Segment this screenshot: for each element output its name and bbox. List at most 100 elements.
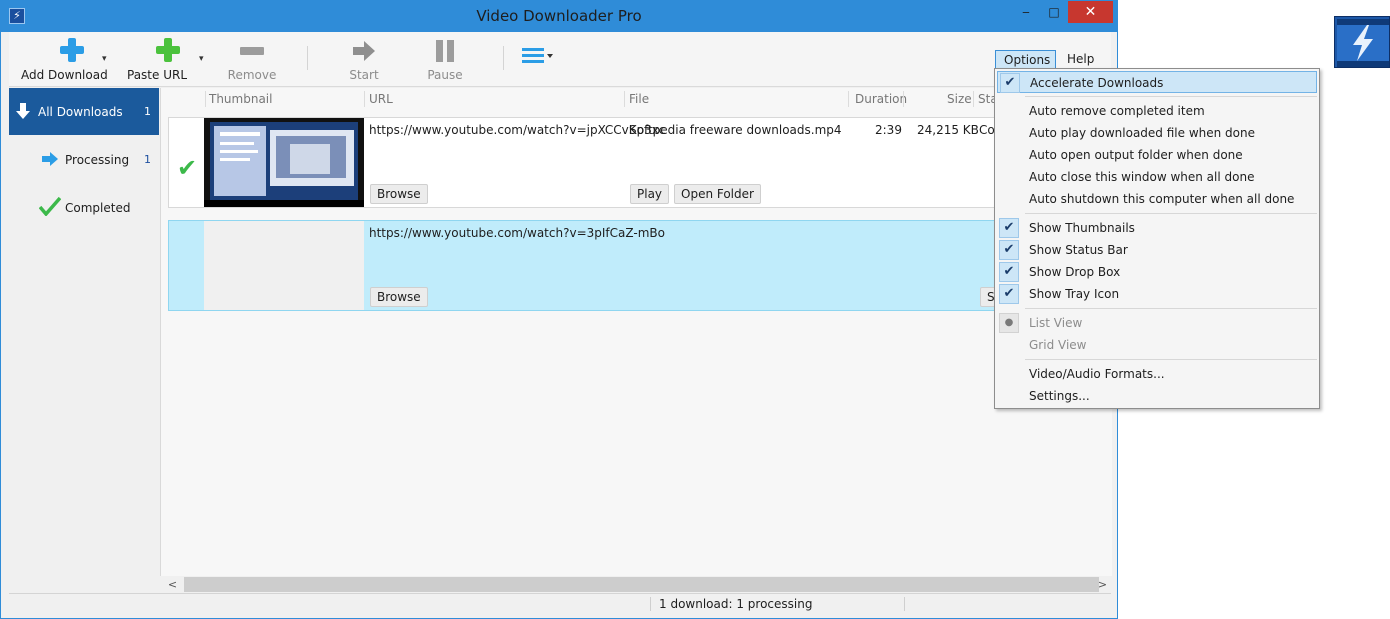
- menu-item-accelerate-downloads[interactable]: ✔ Accelerate Downloads: [997, 71, 1317, 93]
- menu-item-label: Settings...: [1029, 389, 1090, 403]
- menu-item-label: Show Drop Box: [1029, 265, 1121, 279]
- column-header-size[interactable]: Size: [947, 88, 972, 110]
- video-thumbnail[interactable]: [204, 118, 364, 207]
- remove-button[interactable]: Remove: [227, 38, 277, 82]
- add-download-dropdown-icon[interactable]: ▾: [102, 54, 107, 64]
- open-folder-button[interactable]: Open Folder: [674, 184, 761, 204]
- scroll-right-icon[interactable]: >: [1094, 576, 1111, 593]
- column-separator: [205, 91, 206, 107]
- check-icon: ✔: [999, 240, 1019, 260]
- toolbar-separator: [307, 46, 308, 70]
- scrollbar-thumb[interactable]: [184, 577, 1099, 592]
- menu-item-list-view[interactable]: ● List View: [997, 312, 1317, 334]
- menu-item-label: Video/Audio Formats...: [1029, 367, 1165, 381]
- download-file-name: Softpedia freeware downloads.mp4: [629, 123, 842, 137]
- column-header-url[interactable]: URL: [369, 88, 393, 110]
- column-header-file[interactable]: File: [629, 88, 649, 110]
- status-separator: [650, 597, 651, 611]
- sidebar: All Downloads 1 Processing 1 Completed: [9, 88, 159, 593]
- add-download-button[interactable]: Add Download: [21, 38, 108, 82]
- minimize-button[interactable]: ‒: [1013, 1, 1039, 23]
- menu-item-show-tray-icon[interactable]: ✔ Show Tray Icon: [997, 283, 1317, 305]
- menu-item-label: Show Thumbnails: [1029, 221, 1135, 235]
- horizontal-scrollbar[interactable]: < >: [160, 576, 1112, 593]
- pause-button[interactable]: Pause: [425, 38, 465, 82]
- start-button[interactable]: Start: [345, 38, 383, 82]
- menu-item-label: Auto open output folder when done: [1029, 148, 1243, 162]
- start-label: Start: [349, 68, 379, 82]
- menu-item-label: Auto play downloaded file when done: [1029, 126, 1255, 140]
- sidebar-item-completed[interactable]: Completed: [9, 184, 159, 231]
- menu-item-label: Auto remove completed item: [1029, 104, 1205, 118]
- menu-separator: [1025, 308, 1317, 309]
- pause-label: Pause: [427, 68, 463, 82]
- menu-separator: [1025, 359, 1317, 360]
- menu-item-auto-open-folder[interactable]: Auto open output folder when done: [997, 144, 1317, 166]
- view-menu-button[interactable]: [521, 46, 555, 69]
- sidebar-item-label: Processing: [65, 153, 130, 167]
- menu-item-settings[interactable]: Settings...: [997, 385, 1317, 407]
- menu-separator: [1025, 96, 1317, 97]
- help-menu-button[interactable]: Help ▾: [1059, 50, 1109, 84]
- play-button[interactable]: Play: [630, 184, 670, 204]
- app-logo-icon: [1334, 16, 1390, 68]
- menu-item-show-drop-box[interactable]: ✔ Show Drop Box: [997, 261, 1317, 283]
- download-url: https://www.youtube.com/watch?v=3pIfCaZ-…: [369, 226, 665, 240]
- sidebar-item-count: 1: [144, 105, 151, 118]
- menu-separator: [1025, 213, 1317, 214]
- check-icon: ✔: [999, 284, 1019, 304]
- menu-item-label: Auto close this window when all done: [1029, 170, 1255, 184]
- scroll-left-icon[interactable]: <: [164, 576, 181, 593]
- start-arrow-icon: [351, 38, 377, 64]
- menu-item-formats[interactable]: Video/Audio Formats...: [997, 363, 1317, 385]
- remove-label: Remove: [227, 68, 277, 82]
- options-menu-button[interactable]: Options ▾: [995, 50, 1056, 85]
- menu-item-label: Auto shutdown this computer when all don…: [1029, 192, 1295, 206]
- menu-item-auto-play[interactable]: Auto play downloaded file when done: [997, 122, 1317, 144]
- radio-bullet-icon: ●: [999, 313, 1019, 333]
- browse-button[interactable]: Browse: [370, 287, 428, 307]
- column-separator: [848, 91, 849, 107]
- column-header-thumbnail[interactable]: Thumbnail: [209, 88, 272, 110]
- check-icon: ✔: [999, 262, 1019, 282]
- download-row[interactable]: https://www.youtube.com/watch?v=3pIfCaZ-…: [168, 220, 1113, 311]
- column-separator: [364, 91, 365, 107]
- column-separator: [973, 91, 974, 107]
- menu-item-label: Grid View: [1029, 338, 1087, 352]
- browse-button[interactable]: Browse: [370, 184, 428, 204]
- remove-minus-icon: [239, 38, 265, 64]
- menu-item-auto-close[interactable]: Auto close this window when all done: [997, 166, 1317, 188]
- list-lines-icon: [521, 48, 555, 69]
- paste-url-label: Paste URL: [127, 68, 188, 82]
- sidebar-item-processing[interactable]: Processing 1: [9, 136, 159, 183]
- menu-item-auto-remove[interactable]: Auto remove completed item: [997, 100, 1317, 122]
- menu-item-show-status-bar[interactable]: ✔ Show Status Bar: [997, 239, 1317, 261]
- app-window: ⚡ Video Downloader Pro ‒ □ ✕ Add Downloa…: [0, 0, 1118, 619]
- status-text: 1 download: 1 processing: [659, 597, 813, 611]
- download-row[interactable]: ✔ https://www.youtube.com/watch?v=jpXCCv…: [168, 117, 1113, 208]
- menu-item-label: Show Status Bar: [1029, 243, 1128, 257]
- paste-url-button[interactable]: Paste URL: [127, 38, 188, 82]
- close-button[interactable]: ✕: [1068, 1, 1113, 23]
- menu-item-label: List View: [1029, 316, 1083, 330]
- menu-item-auto-shutdown[interactable]: Auto shutdown this computer when all don…: [997, 188, 1317, 210]
- menu-item-show-thumbnails[interactable]: ✔ Show Thumbnails: [997, 217, 1317, 239]
- download-url: https://www.youtube.com/watch?v=jpXCCvKp…: [369, 123, 666, 137]
- menu-item-label: Show Tray Icon: [1029, 287, 1120, 301]
- completed-check-icon: ✔: [177, 154, 198, 182]
- sidebar-item-all-downloads[interactable]: All Downloads 1: [9, 88, 159, 135]
- sidebar-item-count: 1: [144, 153, 151, 166]
- status-bar: 1 download: 1 processing: [9, 593, 1111, 615]
- menu-item-grid-view[interactable]: Grid View: [997, 334, 1317, 356]
- title-bar: ⚡ Video Downloader Pro ‒ □ ✕: [1, 1, 1117, 32]
- download-duration: 2:39: [875, 123, 902, 137]
- column-separator: [903, 91, 904, 107]
- down-arrow-icon: [15, 102, 31, 123]
- column-header-duration[interactable]: Duration: [855, 88, 907, 110]
- window-title: Video Downloader Pro: [476, 7, 642, 25]
- maximize-button[interactable]: □: [1041, 1, 1067, 23]
- paste-url-dropdown-icon[interactable]: ▾: [199, 54, 204, 64]
- status-separator: [904, 597, 905, 611]
- sidebar-item-label: All Downloads: [38, 105, 123, 119]
- toolbar-separator: [503, 46, 504, 70]
